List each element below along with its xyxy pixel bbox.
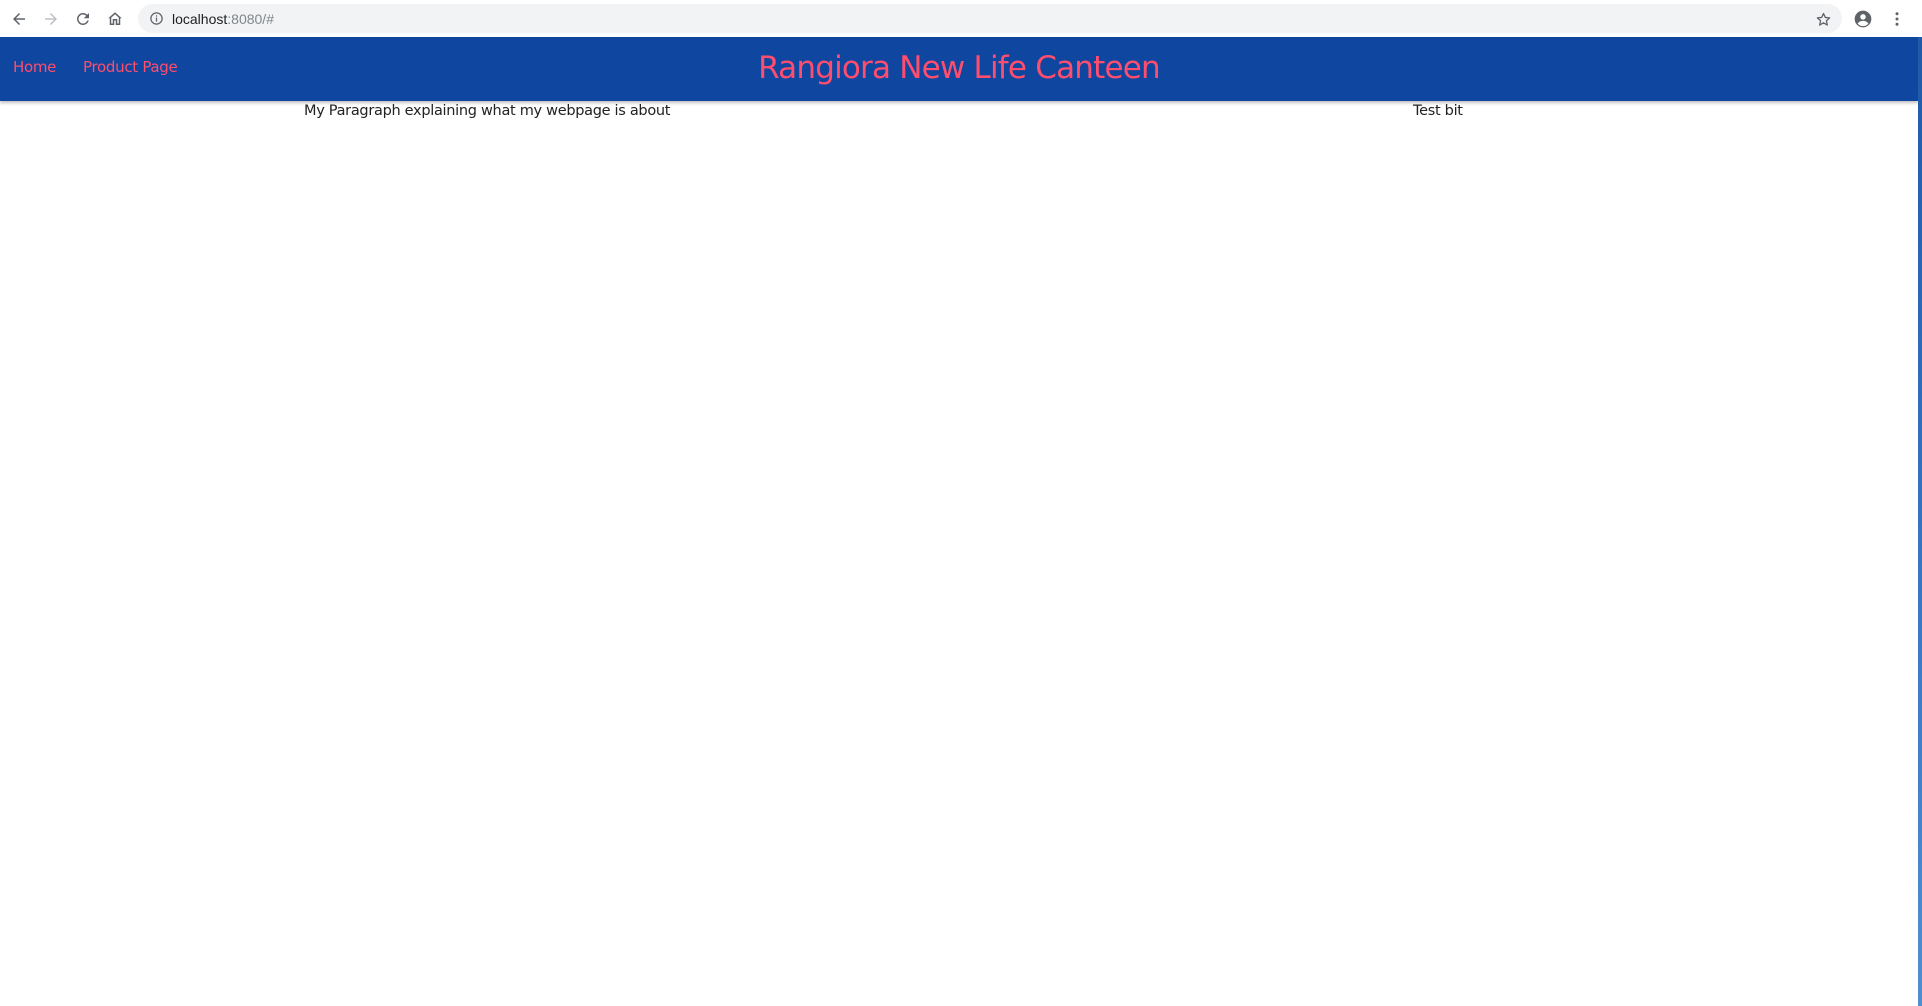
account-circle-icon (1854, 10, 1872, 28)
reload-button[interactable] (67, 3, 99, 35)
profile-button[interactable] (1850, 6, 1876, 32)
page-viewport: Home Product Page Rangiora New Life Cant… (0, 37, 1918, 1006)
star-icon (1816, 12, 1830, 26)
arrow-right-icon (45, 12, 57, 25)
info-icon[interactable] (148, 11, 164, 27)
url-path: :8080/# (227, 10, 274, 27)
browser-menu-button[interactable] (1884, 6, 1910, 32)
browser-toolbar: localhost:8080/# (0, 0, 1922, 37)
home-icon (108, 11, 122, 25)
window-edge (1918, 37, 1922, 1006)
intro-paragraph: My Paragraph explaining what my webpage … (304, 103, 671, 119)
url-host: localhost (172, 10, 228, 27)
forward-button[interactable] (35, 3, 67, 35)
url-text[interactable]: localhost:8080/# (172, 11, 274, 27)
reload-icon (76, 12, 89, 25)
address-bar[interactable]: localhost:8080/# (138, 4, 1842, 33)
back-button[interactable] (3, 3, 35, 35)
side-text: Test bit (1413, 103, 1463, 119)
bookmark-star-button[interactable] (1812, 8, 1834, 30)
site-title: Rangiora New Life Canteen (758, 50, 1161, 86)
arrow-left-icon (13, 12, 25, 25)
kebab-menu-icon (1895, 12, 1899, 26)
site-header: Home Product Page Rangiora New Life Cant… (0, 37, 1918, 101)
home-button[interactable] (99, 3, 131, 35)
